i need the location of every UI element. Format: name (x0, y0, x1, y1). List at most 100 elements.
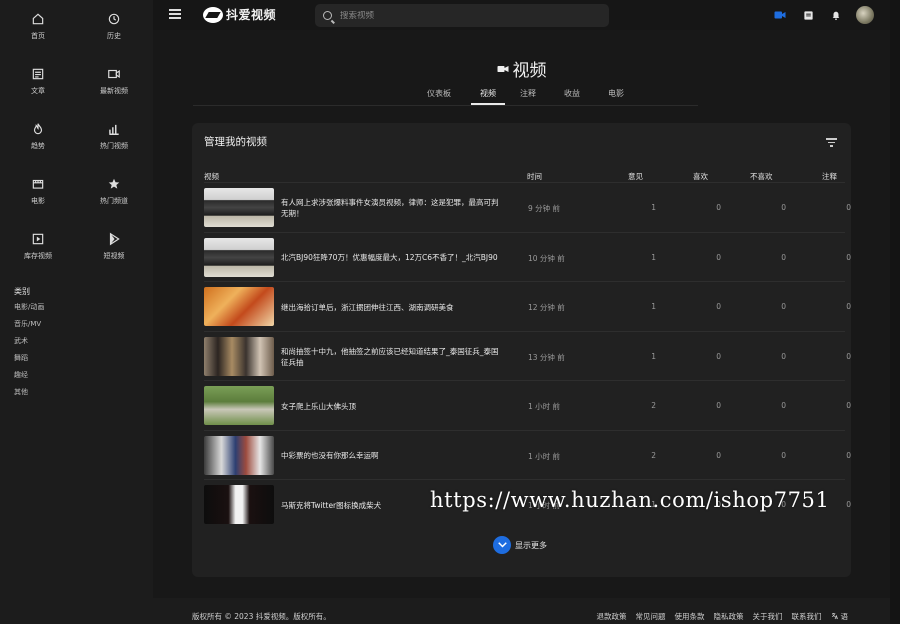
history-icon (108, 13, 120, 25)
video-likes-count: 0 (716, 302, 721, 311)
table-row[interactable]: 中彩票的也没有你那么幸运啊 1 小时 前 2 0 0 0 (204, 429, 851, 481)
shorts-icon (109, 232, 120, 246)
sidebar-item-label: 电影 (31, 197, 45, 205)
sidebar-item-movies[interactable]: 电影 (0, 173, 76, 228)
tab-videos[interactable]: 视频 (471, 88, 505, 105)
messages-button[interactable] (794, 5, 822, 25)
filter-icon[interactable] (826, 138, 837, 149)
video-thumbnail[interactable] (204, 435, 274, 475)
sidebar-item-history[interactable]: 历史 (76, 8, 152, 63)
language-label: 语 (840, 612, 849, 621)
menu-icon[interactable] (169, 9, 181, 19)
bell-icon (832, 11, 840, 20)
video-comments-count: 0 (846, 500, 851, 509)
footer-links: 退款政策 常见问题 使用条款 隐私政策 关于我们 联系我们 语 (588, 611, 849, 622)
video-dislikes-count: 0 (781, 351, 786, 361)
show-more-label: 显示更多 (515, 540, 547, 550)
video-likes-count: 0 (716, 351, 721, 361)
video-dislikes-count: 0 (781, 450, 786, 460)
table-row[interactable]: 继出海拾订单后，浙江掼团伸往江西、湖南调研美食 12 分钟 前 1 0 0 0 (204, 281, 851, 332)
sidebar-item-stock[interactable]: 库存视频 (0, 228, 76, 283)
sidebar-item-popular[interactable]: 热门视频 (76, 118, 152, 173)
search-icon[interactable] (323, 11, 332, 20)
sidebar-item-articles[interactable]: 文章 (0, 63, 76, 118)
category-item[interactable]: 其他 (0, 384, 153, 401)
column-time: 时间 (527, 172, 542, 181)
avatar[interactable] (856, 6, 874, 24)
video-thumbnail[interactable] (204, 336, 274, 376)
footer-link-faq[interactable]: 常见问题 (636, 611, 666, 622)
video-camera-icon (774, 11, 786, 19)
sidebar-item-label: 文章 (31, 87, 45, 95)
category-item[interactable]: 音乐/MV (0, 316, 153, 333)
footer: 版权所有 © 2023 抖爱视频。版权所有。 退款政策 常见问题 使用条款 隐私… (153, 598, 890, 624)
page-title: 视频 (512, 61, 547, 81)
video-comments-count: 0 (846, 401, 851, 410)
logo[interactable]: 抖爱视频 (203, 6, 276, 23)
sidebar-item-label: 首页 (31, 32, 45, 40)
table-row[interactable]: 有人网上求涉张爆料事件女演员视频，律师：这是犯罪，最高可判无期！ 9 分钟 前 1 0… (204, 182, 851, 233)
column-comments: 注释 (822, 172, 837, 181)
sidebar-nav-grid: 首页 历史 文章 最新视频 趋势 热门视频 电影 热门频道 库存视频 短视频 (0, 0, 153, 283)
star-icon (108, 178, 120, 189)
tab-dashboard[interactable]: 仪表板 (417, 88, 461, 105)
footer-link-refund[interactable]: 退款政策 (597, 611, 627, 622)
video-thumbnail[interactable] (204, 386, 274, 425)
card-title: 管理我的视频 (204, 136, 267, 148)
search-input[interactable] (340, 10, 580, 21)
column-likes: 喜欢 (693, 172, 708, 181)
category-item[interactable]: 舞蹈 (0, 350, 153, 367)
video-thumbnail[interactable] (204, 485, 274, 524)
sidebar-item-label: 历史 (107, 32, 121, 40)
video-title[interactable]: 有人网上求涉张爆料事件女演员视频，律师：这是犯罪，最高可判无期！ (281, 183, 501, 233)
footer-link-terms[interactable]: 使用条款 (675, 611, 705, 622)
video-dislikes-count: 0 (781, 302, 786, 311)
sidebar-item-label: 趋势 (31, 142, 45, 150)
video-title[interactable]: 北汽BJ90狂降70万！优惠幅度最大，12万C6不香了！_北汽BJ90 (281, 233, 501, 283)
category-item[interactable]: 电影/动画 (0, 299, 153, 316)
tab-movies[interactable]: 电影 (599, 88, 633, 105)
video-time: 9 分钟 前 (528, 204, 561, 213)
tab-bar: 仪表板 视频 注释 收益 电影 (417, 88, 633, 105)
translate-icon (831, 613, 838, 620)
page-edge (890, 0, 900, 624)
video-thumbnail[interactable] (204, 237, 274, 277)
video-thumbnail[interactable] (204, 287, 274, 326)
sidebar-item-label: 库存视频 (24, 252, 52, 260)
video-title[interactable]: 和尚抽签十中九，他抽签之前应该已经知道结果了_泰国征兵_泰国征兵抽 (281, 332, 501, 382)
fire-icon (33, 123, 43, 135)
top-bar: 抖爱视频 (153, 0, 890, 30)
sidebar-item-trending[interactable]: 趋势 (0, 118, 76, 173)
upload-video-button[interactable] (766, 5, 794, 25)
table-row[interactable]: 和尚抽签十中九，他抽签之前应该已经知道结果了_泰国征兵_泰国征兵抽 13 分钟 前… (204, 330, 851, 382)
sidebar-item-label: 热门视频 (100, 142, 128, 150)
footer-link-privacy[interactable]: 隐私政策 (714, 611, 744, 622)
sidebar-item-home[interactable]: 首页 (0, 8, 76, 63)
sidebar-item-shorts[interactable]: 短视频 (76, 228, 152, 283)
sidebar-item-latest[interactable]: 最新视频 (76, 63, 152, 118)
footer-link-contact[interactable]: 联系我们 (792, 611, 822, 622)
sidebar-item-label: 最新视频 (100, 87, 128, 95)
category-item[interactable]: 趣经 (0, 367, 153, 384)
video-dislikes-count: 0 (781, 252, 786, 262)
video-dislikes-count: 0 (781, 203, 786, 212)
category-item[interactable]: 武术 (0, 333, 153, 350)
video-likes-count: 0 (716, 450, 721, 460)
notifications-button[interactable] (822, 5, 850, 25)
video-time: 13 分钟 前 (528, 352, 565, 362)
video-dislikes-count: 0 (781, 401, 786, 410)
sidebar-item-channels[interactable]: 热门频道 (76, 173, 152, 228)
video-title[interactable]: 中彩票的也没有你那么幸运啊 (281, 431, 501, 481)
video-views-count: 1 (651, 351, 656, 361)
video-comments-count: 0 (846, 252, 851, 262)
footer-link-about[interactable]: 关于我们 (753, 611, 783, 622)
video-thumbnail[interactable] (204, 188, 274, 227)
table-row[interactable]: 北汽BJ90狂降70万！优惠幅度最大，12万C6不香了！_北汽BJ90 10 分钟… (204, 231, 851, 283)
language-button[interactable]: 语 (831, 611, 849, 622)
tab-earnings[interactable]: 收益 (555, 88, 589, 105)
table-row[interactable]: 女子爬上乐山大佛头顶 1 小时 前 2 0 0 0 (204, 380, 851, 431)
tab-comments[interactable]: 注释 (511, 88, 545, 105)
video-title[interactable]: 女子爬上乐山大佛头顶 (281, 381, 501, 431)
video-title[interactable]: 继出海拾订单后，浙江掼团伸往江西、湖南调研美食 (281, 282, 501, 332)
show-more-button[interactable]: 显示更多 (493, 536, 547, 554)
